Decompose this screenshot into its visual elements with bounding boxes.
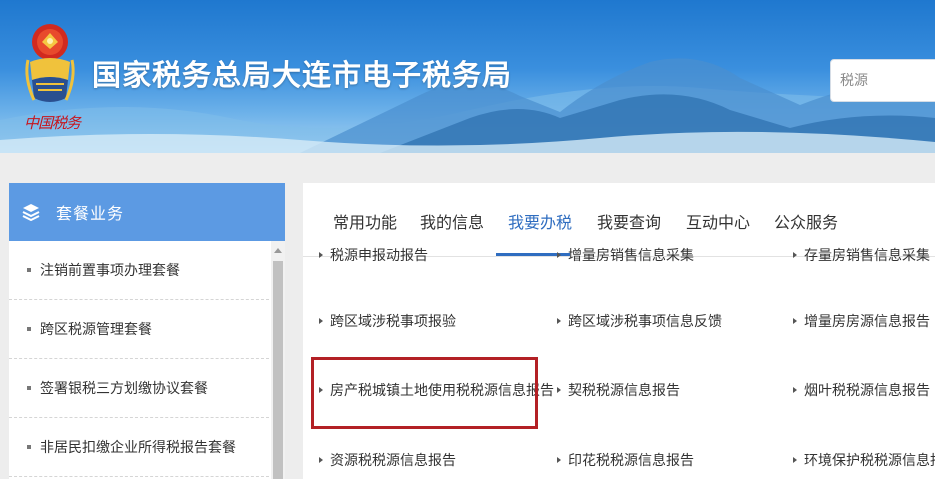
main-panel: 常用功能 我的信息 我要办税 我要查询 互动中心 公众服务 税源申报动报告 增量… — [303, 183, 935, 479]
tax-emblem-icon — [25, 24, 75, 102]
triangle-icon — [557, 387, 561, 393]
sidebar-title: 套餐业务 — [56, 204, 125, 223]
service-link-label: 增量房房源信息报告 — [804, 314, 930, 330]
service-link[interactable]: 印花税税源信息报告 — [557, 450, 694, 470]
triangle-icon — [793, 318, 797, 324]
bullet-icon — [27, 386, 31, 390]
site-title: 国家税务总局大连市电子税务局 — [92, 58, 513, 92]
layers-icon — [22, 204, 40, 221]
service-link-label: 印花税税源信息报告 — [568, 453, 694, 469]
triangle-icon — [793, 387, 797, 393]
highlight-box — [311, 357, 538, 429]
sidebar-item[interactable]: 非居民扣缴企业所得税报告套餐 — [9, 418, 269, 477]
bullet-icon — [27, 327, 31, 331]
sidebar-item-label: 非居民扣缴企业所得税报告套餐 — [40, 440, 236, 456]
service-link[interactable]: 资源税税源信息报告 — [319, 450, 456, 470]
service-link-label: 环境保护税税源信息报告 — [804, 453, 935, 469]
search-input[interactable]: 税源 — [830, 59, 935, 102]
sidebar-list: 注销前置事项办理套餐 跨区税源管理套餐 签署银税三方划缴协议套餐 非居民扣缴企业… — [9, 241, 285, 479]
triangle-icon — [319, 457, 323, 463]
tab-query[interactable]: 我要查询 — [597, 209, 661, 233]
sidebar-header[interactable]: 套餐业务 — [9, 183, 285, 241]
sidebar-item-label: 注销前置事项办理套餐 — [40, 263, 180, 279]
bullet-icon — [27, 445, 31, 449]
sidebar-item[interactable]: 注销前置事项办理套餐 — [9, 241, 269, 300]
triangle-icon — [319, 252, 323, 258]
scroll-up-arrow-icon[interactable] — [274, 248, 282, 253]
tab-tax-handling[interactable]: 我要办税 — [508, 209, 572, 233]
service-link-label: 增量房销售信息采集 — [568, 248, 694, 264]
service-link-label: 税源申报动报告 — [330, 248, 428, 264]
service-link-label: 资源税税源信息报告 — [330, 453, 456, 469]
sidebar-item-label: 签署银税三方划缴协议套餐 — [40, 381, 208, 397]
service-link[interactable]: 存量房销售信息采集 — [793, 245, 930, 265]
header-banner: 中国税务 国家税务总局大连市电子税务局 税源 — [0, 0, 935, 153]
triangle-icon — [557, 318, 561, 324]
service-link[interactable]: 跨区域涉税事项信息反馈 — [557, 311, 722, 331]
tab-common-functions[interactable]: 常用功能 — [333, 209, 397, 233]
emblem-signature: 中国税务 — [24, 114, 81, 132]
service-link[interactable]: 跨区域涉税事项报验 — [319, 311, 456, 331]
service-link[interactable]: 环境保护税税源信息报告 — [793, 450, 935, 470]
tab-public-services[interactable]: 公众服务 — [774, 209, 838, 233]
triangle-icon — [557, 252, 561, 258]
sidebar-item[interactable]: 签署银税三方划缴协议套餐 — [9, 359, 269, 418]
service-link[interactable]: 增量房销售信息采集 — [557, 245, 694, 265]
sidebar: 套餐业务 注销前置事项办理套餐 跨区税源管理套餐 签署银税三方划缴协议套餐 非居… — [9, 183, 285, 479]
service-link-label: 跨区域涉税事项信息反馈 — [568, 314, 722, 330]
tab-my-info[interactable]: 我的信息 — [420, 209, 484, 233]
sidebar-item[interactable]: 跨区税源管理套餐 — [9, 300, 269, 359]
service-link-label: 烟叶税税源信息报告 — [804, 383, 930, 399]
service-link-label: 契税税源信息报告 — [568, 383, 680, 399]
service-link[interactable]: 税源申报动报告 — [319, 245, 428, 265]
scrollbar-thumb[interactable] — [273, 261, 283, 479]
bullet-icon — [27, 268, 31, 272]
triangle-icon — [793, 252, 797, 258]
triangle-icon — [793, 457, 797, 463]
service-link[interactable]: 增量房房源信息报告 — [793, 311, 930, 331]
sidebar-scrollbar[interactable] — [271, 241, 285, 479]
triangle-icon — [557, 457, 561, 463]
service-link[interactable]: 契税税源信息报告 — [557, 380, 680, 400]
sidebar-item-label: 跨区税源管理套餐 — [40, 322, 152, 338]
triangle-icon — [319, 318, 323, 324]
service-link[interactable]: 烟叶税税源信息报告 — [793, 380, 930, 400]
tab-interaction-center[interactable]: 互动中心 — [686, 209, 750, 233]
service-link-label: 跨区域涉税事项报验 — [330, 314, 456, 330]
service-link-label: 存量房销售信息采集 — [804, 248, 930, 264]
